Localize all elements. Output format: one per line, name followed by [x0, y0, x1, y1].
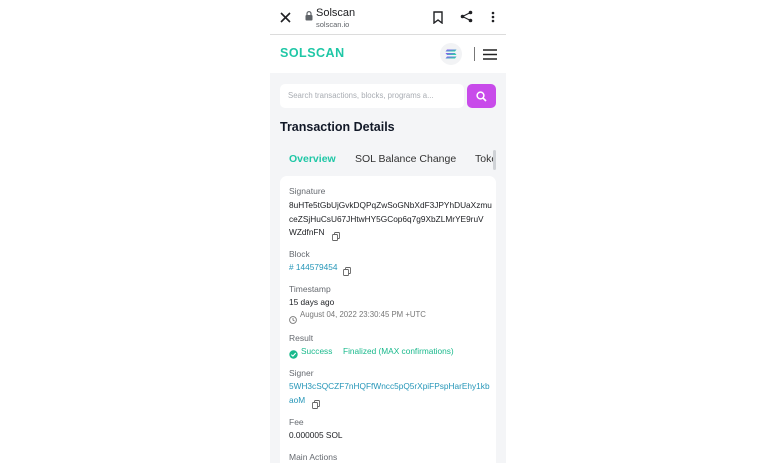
browser-toolbar: Solscan solscan.io [270, 0, 506, 35]
share-icon[interactable] [459, 9, 474, 24]
tab-overview[interactable]: Overview [289, 153, 336, 165]
timestamp-absolute: August 04, 2022 23:30:45 PM +UTC [300, 310, 426, 319]
search-bar: Search transactions, blocks, programs a.… [280, 84, 496, 110]
success-check-icon [289, 346, 298, 359]
solana-icon[interactable] [440, 43, 462, 65]
signer-link-line-2[interactable]: aoM [289, 395, 305, 405]
signature-line-3: WZdfnFN [289, 227, 325, 237]
copy-signer-icon[interactable] [312, 396, 320, 409]
signature-line-2: ceZSjHuCsU67JHtwHY5GCop6q7g9XbZLMrYE9ruV [289, 214, 484, 224]
lock-icon [305, 11, 313, 21]
mobile-viewport: Solscan solscan.io SOLSCAN Search transa… [270, 0, 506, 463]
fee-value: 0.000005 SOL [289, 430, 343, 440]
close-icon[interactable] [278, 10, 292, 24]
solscan-logo[interactable]: SOLSCAN [280, 46, 345, 60]
signature-label: Signature [289, 186, 326, 196]
app-header: SOLSCAN [270, 35, 506, 73]
clock-icon [289, 311, 297, 324]
more-vert-icon[interactable] [487, 10, 499, 24]
page-title: Transaction Details [280, 120, 395, 134]
result-status: Success [301, 346, 333, 356]
result-detail: Finalized (MAX confirmations) [343, 346, 454, 356]
main-actions-label: Main Actions [289, 452, 338, 462]
search-placeholder: Search transactions, blocks, programs a.… [288, 91, 434, 100]
signature-line-1: 8uHTe5tGbUjGvkDQPqZwSoGNbXdF3JPYhDUaXzmu [289, 200, 492, 210]
timestamp-label: Timestamp [289, 284, 331, 294]
block-label: Block [289, 249, 310, 259]
site-title: Solscan [316, 7, 356, 19]
result-label: Result [289, 333, 314, 343]
site-url[interactable]: solscan.io [316, 20, 349, 29]
header-divider [474, 47, 475, 61]
copy-signature-icon[interactable] [332, 228, 340, 241]
signer-link-line-1[interactable]: 5WH3cSQCZF7nHQFfWncc5pQ5rXpiFPspHarEhy1k… [289, 381, 490, 391]
tab-bar: Overview SOL Balance Change Toke [280, 147, 496, 173]
hamburger-icon[interactable] [482, 46, 498, 62]
tabs-scrollbar[interactable] [493, 150, 496, 170]
block-link[interactable]: # 144579454 [289, 262, 337, 272]
tab-sol-balance-change[interactable]: SOL Balance Change [355, 153, 456, 165]
search-icon [476, 90, 487, 102]
signer-label: Signer [289, 368, 314, 378]
search-button[interactable] [467, 84, 496, 108]
transaction-details-card: Signature 8uHTe5tGbUjGvkDQPqZwSoGNbXdF3J… [280, 176, 496, 463]
fee-label: Fee [289, 417, 304, 427]
timestamp-relative: 15 days ago [289, 297, 335, 307]
search-input[interactable]: Search transactions, blocks, programs a.… [280, 84, 464, 108]
copy-block-icon[interactable] [343, 263, 351, 276]
bookmark-icon[interactable] [432, 10, 444, 24]
